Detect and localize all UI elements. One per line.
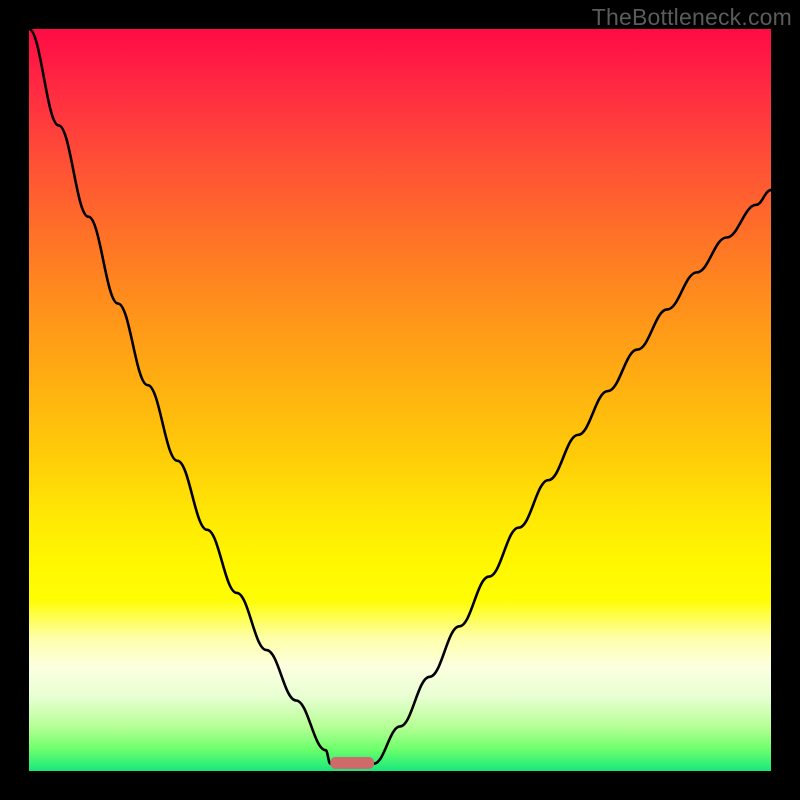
chart-svg: [29, 29, 771, 771]
curve-group: [29, 29, 771, 764]
curve-right-branch: [374, 190, 771, 764]
chart-frame: TheBottleneck.com: [0, 0, 800, 800]
plot-area: [29, 29, 771, 771]
watermark-text: TheBottleneck.com: [592, 4, 792, 31]
minimum-marker: [330, 757, 374, 769]
curve-left-branch: [29, 29, 330, 764]
